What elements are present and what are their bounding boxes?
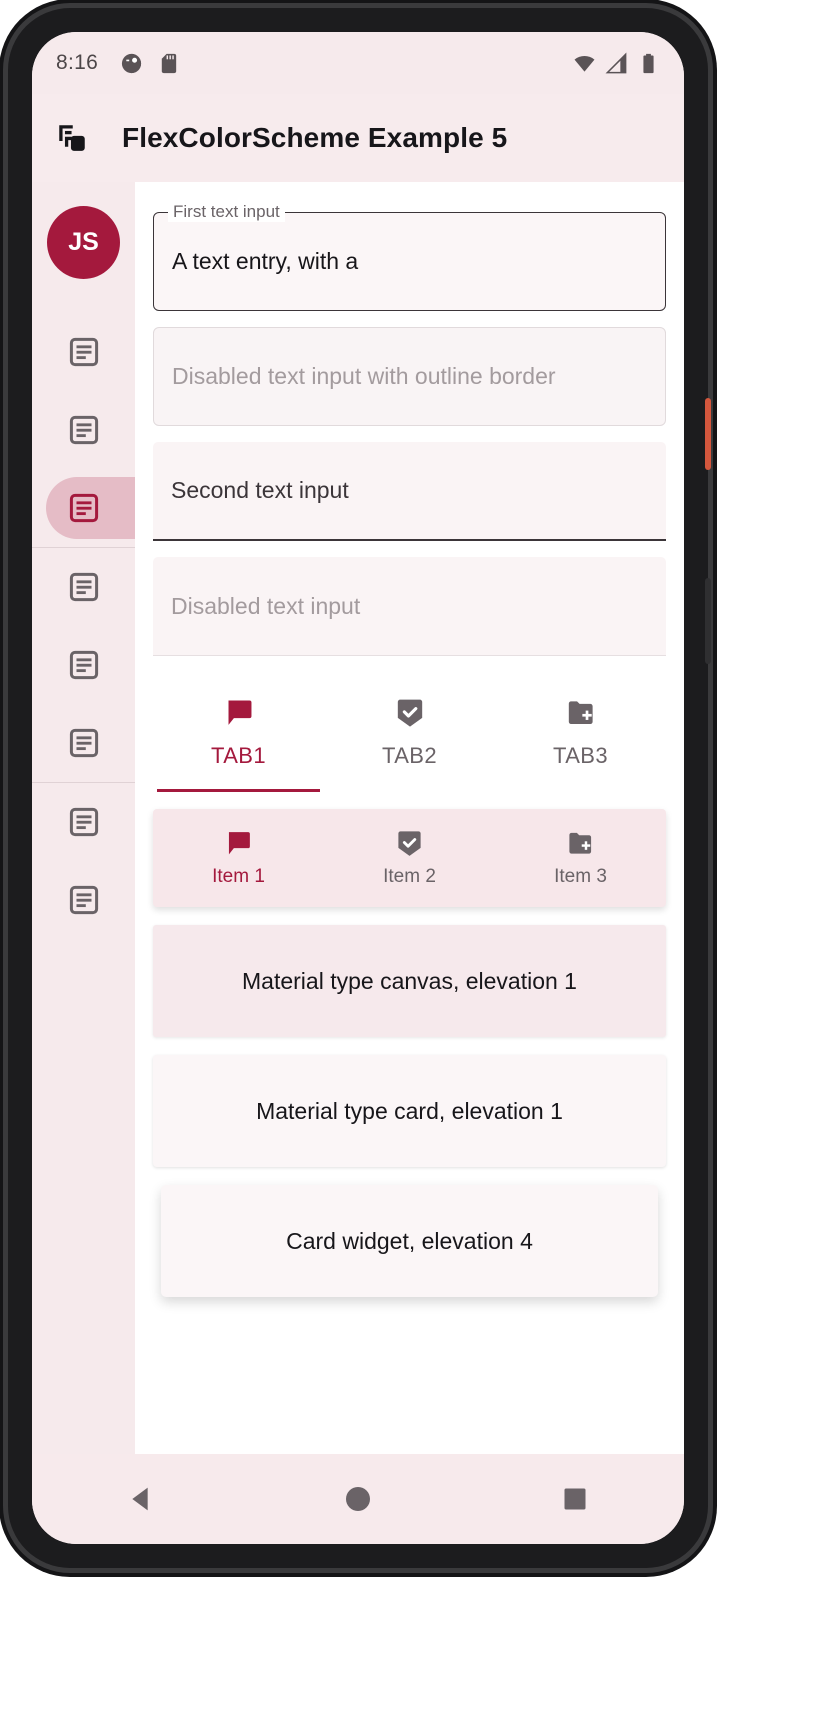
battery-icon	[643, 53, 654, 73]
tab-tab3[interactable]: TAB3	[495, 672, 666, 792]
home-circle-icon[interactable]	[328, 1469, 388, 1529]
volume-button[interactable]	[705, 398, 711, 470]
article-icon	[69, 415, 98, 445]
tab-tab2[interactable]: TAB2	[324, 672, 495, 792]
sidebar-item-article-5[interactable]	[32, 626, 135, 704]
page-title: FlexColorScheme Example 5	[122, 122, 508, 153]
disabled-outline-text-input: Disabled text input with outline border	[153, 327, 666, 426]
card-widget-elevation-4: Card widget, elevation 4	[161, 1185, 658, 1297]
back-triangle-icon[interactable]	[111, 1469, 171, 1529]
tab-tab1-label: TAB1	[211, 742, 266, 768]
second-text-input-placeholder: Second text input	[171, 477, 349, 503]
disabled-text-input-placeholder: Disabled text input	[171, 592, 361, 619]
system-navigation-bar	[32, 1454, 684, 1544]
surface-card-elevation-1: Material type card, elevation 1	[153, 1055, 666, 1167]
avatar[interactable]: JS	[47, 206, 120, 279]
tab-tab3-label: TAB3	[553, 742, 608, 768]
chat-bubble-icon	[228, 700, 251, 725]
sidebar-item-article-8[interactable]	[32, 861, 135, 939]
article-icon	[69, 572, 98, 602]
status-time: 8:16	[56, 51, 99, 74]
bottom-navigation-bar: Item 1 Item 2 Item 3	[153, 809, 666, 907]
disabled-outline-text-input-placeholder: Disabled text input with outline border	[172, 363, 556, 389]
navigation-rail: JS	[32, 182, 136, 1454]
second-text-input[interactable]: Second text input	[153, 442, 666, 541]
create-new-folder-icon	[569, 832, 592, 854]
content-scroll-area[interactable]: First text input A text entry, with a Di…	[135, 182, 684, 1454]
nav-item-3-label: Item 3	[554, 866, 607, 887]
article-icon	[69, 493, 98, 523]
tab-bar: TAB1 TAB2 TAB3	[153, 672, 666, 792]
surface-canvas-elevation-1: Material type canvas, elevation 1	[153, 925, 666, 1037]
power-button[interactable]	[705, 578, 711, 664]
sidebar-item-article-7[interactable]	[32, 783, 135, 861]
status-bar: 8:16	[32, 32, 684, 94]
layers-copy-icon[interactable]	[50, 116, 94, 160]
article-icon	[69, 728, 98, 758]
app-bar: FlexColorScheme Example 5	[32, 94, 684, 182]
sidebar-item-article-3-selected[interactable]	[32, 469, 136, 547]
article-icon	[69, 337, 98, 367]
nav-item-3[interactable]: Item 3	[495, 809, 666, 907]
first-text-input-value: A text entry, with a	[172, 248, 359, 274]
nav-item-2-label: Item 2	[383, 866, 436, 887]
nav-item-2[interactable]: Item 2	[324, 809, 495, 907]
phone-screen: 8:16 FlexColorScheme Example 5 JS First …	[32, 32, 684, 1544]
sidebar-item-article-4[interactable]	[32, 548, 135, 626]
sidebar-item-article-1[interactable]	[32, 313, 135, 391]
first-text-input[interactable]: First text input A text entry, with a	[153, 202, 666, 311]
data-saver-icon	[121, 53, 142, 73]
first-text-input-label: First text input	[168, 202, 285, 222]
phone-frame: 8:16 FlexColorScheme Example 5 JS First …	[8, 8, 711, 1568]
main-body: JS First text input A text entry, with a…	[32, 182, 684, 1454]
article-icon	[69, 807, 98, 837]
cellular-signal-icon	[605, 52, 627, 73]
recents-square-icon[interactable]	[545, 1469, 605, 1529]
sidebar-item-article-6[interactable]	[32, 704, 135, 782]
nav-item-1-label: Item 1	[212, 866, 265, 887]
sidebar-item-article-2[interactable]	[32, 391, 135, 469]
create-new-folder-icon	[568, 700, 593, 724]
beenhere-check-icon	[397, 699, 422, 727]
article-icon	[69, 650, 98, 680]
chat-bubble-icon	[228, 832, 250, 855]
card-widget-label: Card widget, elevation 4	[286, 1227, 533, 1254]
tab-tab2-label: TAB2	[382, 742, 437, 768]
beenhere-check-icon	[398, 831, 421, 856]
tab-tab1[interactable]: TAB1	[153, 672, 324, 792]
surface-canvas-label: Material type canvas, elevation 1	[242, 967, 577, 994]
disabled-text-input: Disabled text input	[153, 557, 666, 656]
surface-card-label: Material type card, elevation 1	[256, 1097, 563, 1124]
wifi-icon	[574, 55, 595, 72]
article-icon	[69, 885, 98, 915]
nav-item-1[interactable]: Item 1	[153, 809, 324, 907]
sd-card-icon	[161, 53, 177, 73]
